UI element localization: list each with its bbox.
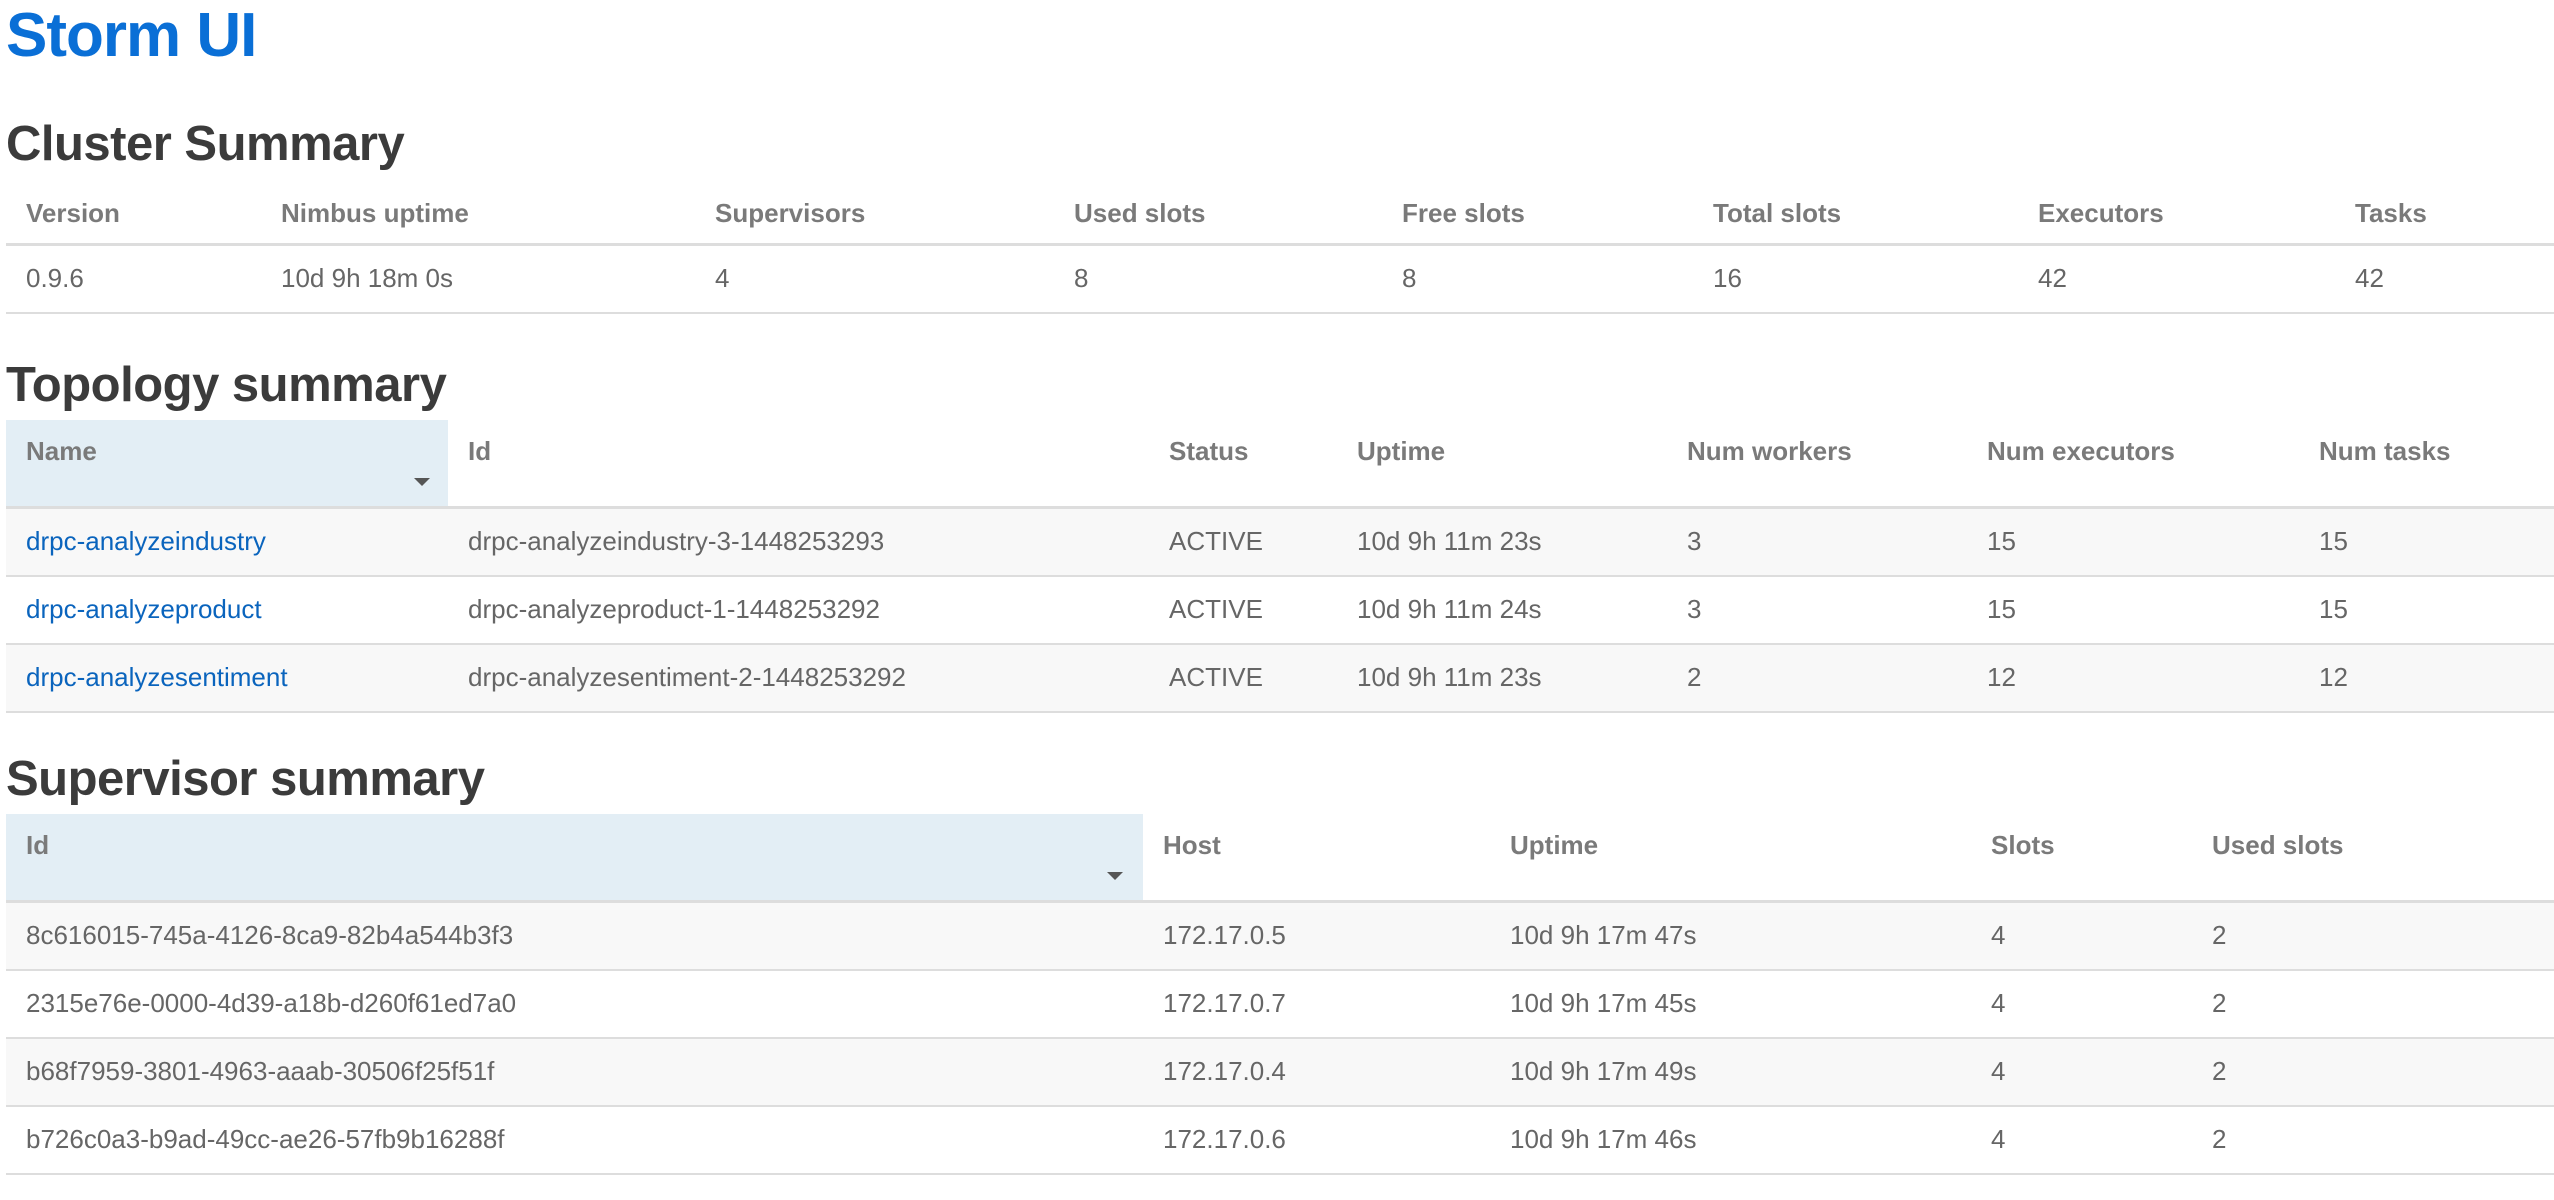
cell-slots: 4 — [1971, 901, 2192, 971]
column-header-num-workers[interactable]: Num workers — [1667, 420, 1967, 509]
column-header-nimbus-uptime[interactable]: Nimbus uptime — [261, 186, 695, 246]
cell-num-workers: 3 — [1667, 507, 1967, 577]
column-header-uptime[interactable]: Uptime — [1337, 420, 1667, 509]
cell-used-slots: 8 — [1054, 244, 1382, 314]
cell-id: 8c616015-745a-4126-8ca9-82b4a544b3f3 — [6, 901, 1143, 971]
cell-executors: 42 — [2018, 244, 2335, 314]
supervisor-summary-title: Supervisor summary — [6, 752, 485, 806]
cell-tasks: 42 — [2335, 244, 2554, 314]
cell-id: drpc-analyzeproduct-1-1448253292 — [448, 575, 1149, 645]
column-header-num-tasks[interactable]: Num tasks — [2299, 420, 2554, 509]
column-header-total-slots[interactable]: Total slots — [1693, 186, 2018, 246]
cell-uptime: 10d 9h 11m 23s — [1337, 507, 1667, 577]
caret-down-icon — [414, 478, 430, 486]
cell-uptime: 10d 9h 17m 46s — [1490, 1105, 1971, 1175]
cell-host: 172.17.0.5 — [1143, 901, 1490, 971]
column-header-id[interactable]: Id — [6, 814, 1143, 903]
column-header-id[interactable]: Id — [448, 420, 1149, 509]
table-header-row: Id Host Uptime Slots Used slots — [6, 814, 2554, 903]
cell-uptime: 10d 9h 17m 49s — [1490, 1037, 1971, 1107]
cluster-summary-title: Cluster Summary — [6, 117, 405, 171]
table-header-row: Name Id Status Uptime Num workers Num ex… — [6, 420, 2554, 509]
table-row: drpc-analyzeproduct drpc-analyzeproduct-… — [6, 575, 2554, 645]
table-row: b68f7959-3801-4963-aaab-30506f25f51f 172… — [6, 1037, 2554, 1107]
cell-nimbus-uptime: 10d 9h 18m 0s — [261, 244, 695, 314]
table-row: drpc-analyzeindustry drpc-analyzeindustr… — [6, 507, 2554, 577]
column-header-version[interactable]: Version — [6, 186, 261, 246]
cell-uptime: 10d 9h 17m 47s — [1490, 901, 1971, 971]
column-header-tasks[interactable]: Tasks — [2335, 186, 2554, 246]
cell-id: 2315e76e-0000-4d39-a18b-d260f61ed7a0 — [6, 969, 1143, 1039]
cell-used-slots: 2 — [2192, 1037, 2554, 1107]
supervisor-summary-table: Id Host Uptime Slots Used slots 8c616015… — [6, 814, 2554, 1175]
cell-num-tasks: 15 — [2299, 507, 2554, 577]
cell-slots: 4 — [1971, 969, 2192, 1039]
cell-name: drpc-analyzesentiment — [6, 643, 448, 713]
table-row: 8c616015-745a-4126-8ca9-82b4a544b3f3 172… — [6, 901, 2554, 971]
cell-used-slots: 2 — [2192, 1105, 2554, 1175]
cell-version: 0.9.6 — [6, 244, 261, 314]
cell-supervisors: 4 — [695, 244, 1054, 314]
column-header-host[interactable]: Host — [1143, 814, 1490, 903]
topology-summary-table: Name Id Status Uptime Num workers Num ex… — [6, 420, 2554, 713]
cell-id: drpc-analyzeindustry-3-1448253293 — [448, 507, 1149, 577]
cell-slots: 4 — [1971, 1105, 2192, 1175]
caret-down-icon — [1107, 872, 1123, 880]
table-row: 0.9.6 10d 9h 18m 0s 4 8 8 16 42 42 — [6, 244, 2554, 314]
cell-name: drpc-analyzeindustry — [6, 507, 448, 577]
column-header-used-slots[interactable]: Used slots — [2192, 814, 2554, 903]
column-header-status[interactable]: Status — [1149, 420, 1337, 509]
cell-num-workers: 2 — [1667, 643, 1967, 713]
column-header-executors[interactable]: Executors — [2018, 186, 2335, 246]
cell-id: b726c0a3-b9ad-49cc-ae26-57fb9b16288f — [6, 1105, 1143, 1175]
cell-num-executors: 15 — [1967, 507, 2299, 577]
cell-status: ACTIVE — [1149, 643, 1337, 713]
column-header-free-slots[interactable]: Free slots — [1382, 186, 1693, 246]
cell-uptime: 10d 9h 11m 23s — [1337, 643, 1667, 713]
cell-used-slots: 2 — [2192, 969, 2554, 1039]
table-row: b726c0a3-b9ad-49cc-ae26-57fb9b16288f 172… — [6, 1105, 2554, 1175]
column-header-num-executors[interactable]: Num executors — [1967, 420, 2299, 509]
topology-link[interactable]: drpc-analyzeproduct — [26, 594, 262, 624]
cell-host: 172.17.0.7 — [1143, 969, 1490, 1039]
cell-num-tasks: 15 — [2299, 575, 2554, 645]
cluster-summary-table: Version Nimbus uptime Supervisors Used s… — [6, 186, 2554, 314]
cell-num-executors: 12 — [1967, 643, 2299, 713]
cell-used-slots: 2 — [2192, 901, 2554, 971]
column-header-uptime[interactable]: Uptime — [1490, 814, 1971, 903]
cell-uptime: 10d 9h 17m 45s — [1490, 969, 1971, 1039]
cell-slots: 4 — [1971, 1037, 2192, 1107]
column-header-used-slots[interactable]: Used slots — [1054, 186, 1382, 246]
cell-status: ACTIVE — [1149, 507, 1337, 577]
table-row: drpc-analyzesentiment drpc-analyzesentim… — [6, 643, 2554, 713]
app-title[interactable]: Storm UI — [6, 0, 257, 72]
column-header-slots[interactable]: Slots — [1971, 814, 2192, 903]
cell-status: ACTIVE — [1149, 575, 1337, 645]
cell-host: 172.17.0.4 — [1143, 1037, 1490, 1107]
topology-summary-title: Topology summary — [6, 358, 447, 412]
cell-id: drpc-analyzesentiment-2-1448253292 — [448, 643, 1149, 713]
cell-num-tasks: 12 — [2299, 643, 2554, 713]
table-row: 2315e76e-0000-4d39-a18b-d260f61ed7a0 172… — [6, 969, 2554, 1039]
cell-total-slots: 16 — [1693, 244, 2018, 314]
cell-uptime: 10d 9h 11m 24s — [1337, 575, 1667, 645]
column-header-label: Id — [26, 830, 50, 860]
table-header-row: Version Nimbus uptime Supervisors Used s… — [6, 186, 2554, 246]
cell-name: drpc-analyzeproduct — [6, 575, 448, 645]
column-header-label: Name — [26, 436, 97, 466]
cell-host: 172.17.0.6 — [1143, 1105, 1490, 1175]
column-header-name[interactable]: Name — [6, 420, 448, 509]
topology-link[interactable]: drpc-analyzesentiment — [26, 662, 288, 692]
cell-free-slots: 8 — [1382, 244, 1693, 314]
topology-link[interactable]: drpc-analyzeindustry — [26, 526, 266, 556]
column-header-supervisors[interactable]: Supervisors — [695, 186, 1054, 246]
cell-num-executors: 15 — [1967, 575, 2299, 645]
cell-id: b68f7959-3801-4963-aaab-30506f25f51f — [6, 1037, 1143, 1107]
cell-num-workers: 3 — [1667, 575, 1967, 645]
